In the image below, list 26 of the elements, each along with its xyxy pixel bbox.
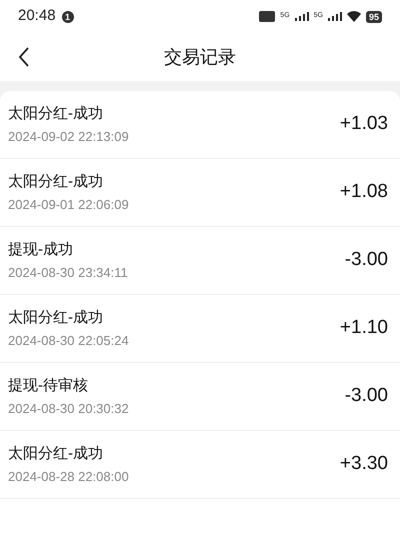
transaction-title: 提现-待审核 [8, 376, 89, 396]
transaction-amount: +1.08 [340, 180, 388, 204]
transaction-date: 2024-09-02 22:13:09 [8, 128, 129, 146]
transaction-date: 2024-08-30 23:34:11 [8, 264, 128, 282]
transaction-date: 2024-08-30 22:05:24 [8, 332, 129, 350]
transaction-amount: +3.30 [340, 452, 388, 476]
transaction-title: 太阳分红-成功 [8, 104, 104, 124]
transaction-title: 提现-成功 [8, 240, 74, 260]
signal-icon [294, 12, 309, 21]
signal-icon [328, 12, 342, 21]
transaction-amount: -3.00 [344, 248, 388, 272]
clock-time: 20:48 [18, 6, 56, 26]
back-icon [18, 47, 30, 67]
wifi-icon [346, 11, 361, 22]
transaction-date: 2024-08-30 20:30:32 [8, 400, 129, 418]
notification-badge: 1 [62, 10, 74, 22]
transaction-amount: +1.03 [340, 112, 388, 136]
transaction-date: 2024-09-01 22:06:09 [8, 196, 129, 214]
page-title: 交易记录 [164, 46, 236, 68]
transaction-title: 太阳分红-成功 [8, 172, 104, 192]
transaction-amount: -3.00 [344, 384, 388, 408]
battery-level: 95 [366, 10, 382, 22]
transaction-title: 太阳分红-成功 [8, 444, 104, 464]
transaction-date: 2024-08-28 22:08:00 [8, 468, 129, 486]
transaction-title: 太阳分红-成功 [8, 308, 104, 328]
transaction-amount: +1.10 [340, 316, 388, 340]
